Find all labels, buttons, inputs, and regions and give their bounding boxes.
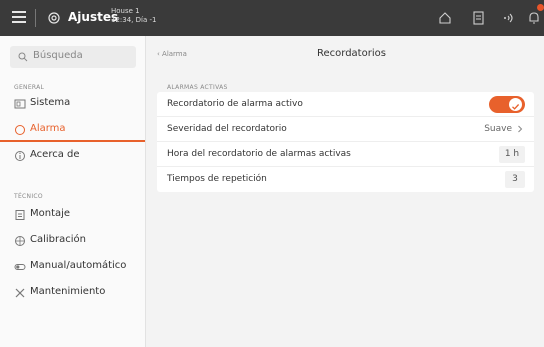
gear-icon [48,12,60,24]
sidebar-item-montaje[interactable]: Montaje [0,203,145,227]
main-header: ‹ Alarma Recordatorios [147,36,544,72]
row-label: Severidad del recordatorio [167,124,287,134]
row-label: Recordatorio de alarma activo [167,99,303,109]
repeat-times-field[interactable]: 3 [505,171,525,188]
bell-icon[interactable] [526,10,542,26]
house-info: House 1 12:34, Día -1 [111,7,156,25]
sidebar-item-label: Montaje [30,208,71,219]
search-icon [18,52,28,62]
menu-icon[interactable] [12,11,26,23]
wireless-icon[interactable] [500,10,516,26]
page-title: Recordatorios [317,48,386,59]
maintenance-icon [15,288,25,298]
sidebar-item-acerca-de[interactable]: Acerca de [0,144,145,168]
row-repeat-times: Tiempos de repetición 3 [157,167,534,192]
sidebar-item-label: Acerca de [30,149,80,160]
sidebar-item-mantenimiento[interactable]: Mantenimiento [0,281,145,305]
reminder-time-field[interactable]: 1 h [499,146,525,163]
section-label-tecnico: TÉCNICO [14,193,43,200]
info-icon [15,151,25,161]
notification-badge [537,4,544,11]
house-name: House 1 [111,7,140,15]
back-link[interactable]: ‹ Alarma [157,50,187,58]
mounting-icon [15,210,25,220]
sidebar-item-calibracion[interactable]: Calibración [0,229,145,253]
row-severity[interactable]: Severidad del recordatorio Suave [157,117,534,142]
document-icon[interactable] [470,10,486,26]
home-icon[interactable] [437,10,453,26]
severity-value: Suave [484,124,512,134]
row-label: Tiempos de repetición [167,174,267,184]
calibration-icon [15,236,25,246]
main-content: ‹ Alarma Recordatorios ALARMAS ACTIVAS R… [147,36,544,347]
top-bar: Ajustes House 1 12:34, Día -1 [0,0,544,36]
divider [35,9,36,27]
chevron-right-icon [518,125,523,133]
sidebar-item-sistema[interactable]: Sistema [0,92,145,116]
back-link-label: Alarma [162,50,187,58]
toggle-knob [509,98,522,111]
alarm-icon [15,125,25,135]
search-placeholder: Búsqueda [33,50,83,61]
row-reminder-time: Hora del recordatorio de alarmas activas… [157,142,534,167]
group-label: ALARMAS ACTIVAS [167,84,228,91]
checkmark-icon [512,104,520,110]
row-label: Hora del recordatorio de alarmas activas [167,149,351,159]
sidebar-item-label: Calibración [30,234,86,245]
time-day: 12:34, Día -1 [111,16,157,24]
row-active-reminder[interactable]: Recordatorio de alarma activo [157,92,534,117]
system-icon [14,99,26,109]
search-input[interactable]: Búsqueda [10,46,136,68]
section-label-general: GENERAL [14,84,45,91]
sidebar-item-label: Alarma [30,123,66,134]
active-reminder-toggle[interactable] [489,96,525,113]
manual-auto-icon [14,264,26,270]
sidebar-item-label: Manual/automático [30,260,127,271]
sidebar-item-label: Sistema [30,97,71,108]
settings-card: Recordatorio de alarma activo Severidad … [157,92,534,192]
sidebar-item-label: Mantenimiento [30,286,106,297]
sidebar: Búsqueda GENERAL Sistema Alarma Acerca d… [0,36,146,347]
sidebar-item-alarma[interactable]: Alarma [0,118,145,142]
sidebar-item-manual-automatico[interactable]: Manual/automático [0,255,145,279]
